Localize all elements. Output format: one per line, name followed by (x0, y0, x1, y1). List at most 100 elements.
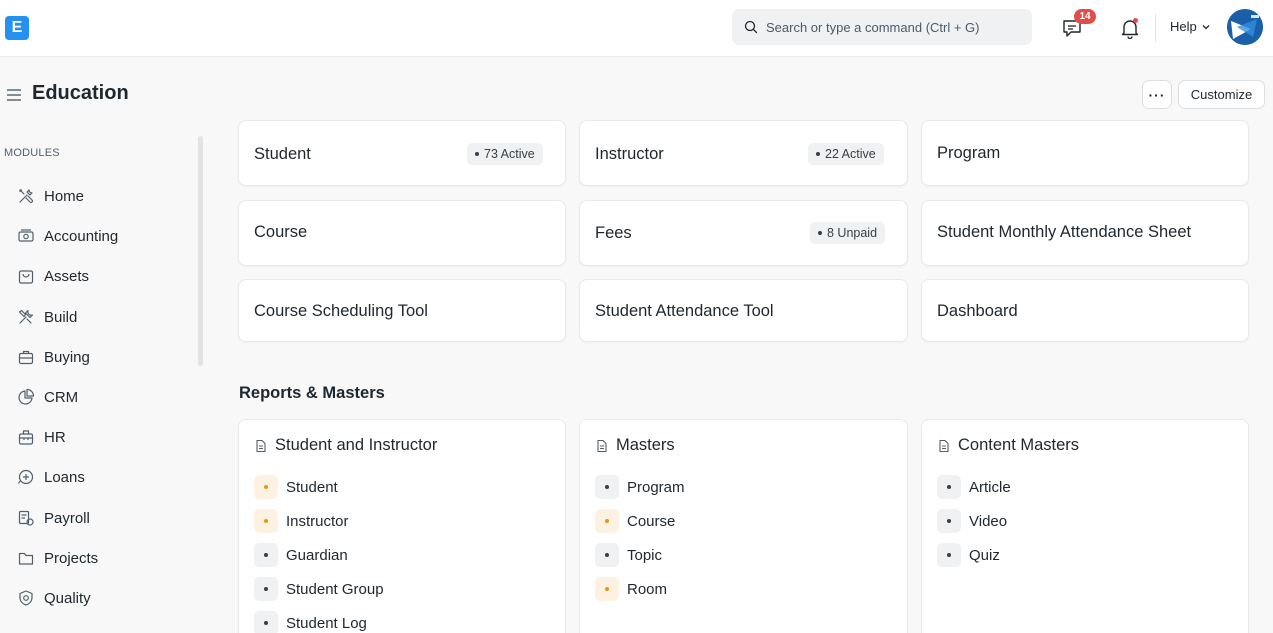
link-item-instructor[interactable]: Instructor (254, 509, 349, 533)
document-icon (597, 439, 607, 452)
shortcut-label: Student Monthly Attendance Sheet (937, 223, 1192, 241)
customize-button[interactable]: Customize (1178, 80, 1265, 109)
report-card-masters: Masters Program Course Topic Room (579, 419, 908, 633)
report-card-header: Masters (595, 436, 675, 455)
shortcut-card-course[interactable]: Course (238, 200, 566, 266)
loan-icon (17, 469, 34, 485)
search-bar[interactable]: Search or type a command (Ctrl + G) (732, 9, 1032, 45)
link-label: Student (286, 478, 338, 496)
link-item-program[interactable]: Program (595, 475, 685, 499)
status-badge: 22 Active (808, 143, 884, 165)
avatar-image-icon (1227, 9, 1263, 45)
sidebar-item-label: HR (44, 428, 66, 446)
sidebar-item-build[interactable]: Build (8, 300, 194, 334)
notification-count-badge: 14 (1074, 9, 1096, 24)
shortcut-card-student[interactable]: Student 73 Active (238, 120, 566, 186)
report-card-student-and-instructor: Student and Instructor Student Instructo… (238, 419, 566, 633)
link-item-topic[interactable]: Topic (595, 543, 662, 567)
search-placeholder: Search or type a command (Ctrl + G) (766, 19, 980, 35)
sidebar-item-home[interactable]: Home (8, 179, 194, 213)
bell-unread-dot (1133, 18, 1138, 23)
link-item-course[interactable]: Course (595, 509, 675, 533)
document-icon (939, 439, 949, 452)
shortcut-label: Student Attendance Tool (595, 302, 774, 320)
money-icon (18, 229, 34, 242)
sidebar-item-label: Payroll (44, 509, 90, 527)
link-label: Video (969, 512, 1008, 530)
sidebar-item-label: Accounting (44, 227, 119, 245)
link-label: Topic (627, 546, 663, 564)
shortcut-card-fees[interactable]: Fees 8 Unpaid (579, 200, 908, 266)
page-title: Education (32, 82, 129, 104)
status-dot (254, 543, 278, 567)
link-label: Guardian (286, 546, 348, 564)
report-card-header: Student and Instructor (254, 436, 437, 455)
shortcut-card-course-scheduling-tool[interactable]: Course Scheduling Tool (238, 279, 566, 342)
link-label: Program (627, 478, 685, 496)
user-avatar[interactable] (1227, 9, 1263, 45)
sidebar-item-label: Loans (44, 468, 85, 486)
sidebar-item-label: Assets (44, 267, 90, 285)
sidebar-item-assets[interactable]: Assets (8, 259, 194, 293)
status-dot (937, 475, 961, 499)
link-item-article[interactable]: Article (937, 475, 1011, 499)
sidebar-item-payroll[interactable]: Payroll (8, 501, 194, 535)
status-dot (595, 543, 619, 567)
link-item-video[interactable]: Video (937, 509, 1007, 533)
sidebar-item-projects[interactable]: Projects (8, 541, 194, 575)
sidebar-item-accounting[interactable]: Accounting (8, 219, 194, 253)
status-badge: 8 Unpaid (810, 222, 886, 244)
sidebar-scrollbar[interactable] (198, 136, 203, 366)
bag-icon (18, 270, 34, 284)
link-item-student[interactable]: Student (254, 475, 338, 499)
tools-icon (19, 189, 33, 203)
link-label: Room (627, 580, 668, 598)
link-label: Student Log (286, 614, 367, 632)
shortcut-card-program[interactable]: Program (921, 120, 1249, 186)
sidebar-item-hr[interactable]: HR (8, 420, 194, 454)
link-label: Student Group (286, 580, 384, 598)
link-label: Instructor (286, 512, 349, 530)
wrench-icon (18, 309, 34, 324)
sidebar-item-crm[interactable]: CRM (8, 380, 194, 414)
link-item-room[interactable]: Room (595, 577, 667, 601)
status-dot (937, 509, 961, 533)
link-label: Course (627, 512, 676, 530)
report-card-title: Masters (616, 436, 675, 454)
status-badge: 73 Active (467, 143, 543, 165)
more-actions-button[interactable]: ··· (1142, 80, 1172, 109)
sidebar-item-loans[interactable]: Loans (8, 460, 194, 494)
shortcut-label: Program (937, 144, 1001, 162)
link-label: Quiz (969, 546, 1000, 564)
status-dot (595, 577, 619, 601)
shortcut-label: Instructor (595, 145, 664, 163)
sidebar-item-quality[interactable]: Quality (8, 581, 194, 615)
payroll-icon (18, 510, 34, 526)
link-item-student-log[interactable]: Student Log (254, 611, 367, 633)
link-item-guardian[interactable]: Guardian (254, 543, 348, 567)
sidebar-item-label: Quality (44, 589, 91, 607)
chevron-down-icon (1202, 24, 1210, 29)
link-item-quiz[interactable]: Quiz (937, 543, 1000, 567)
briefcase-icon (18, 350, 34, 365)
link-label: Article (969, 478, 1011, 496)
search-icon (744, 20, 758, 34)
shortcut-card-dashboard[interactable]: Dashboard (921, 279, 1249, 342)
shortcut-label: Course Scheduling Tool (254, 302, 428, 320)
shortcut-label: Student (254, 145, 311, 163)
link-item-student-group[interactable]: Student Group (254, 577, 384, 601)
navbar: E Search or type a command (Ctrl + G) 14… (0, 0, 1273, 57)
sidebar-item-label: Home (44, 187, 85, 205)
shortcut-card-instructor[interactable]: Instructor 22 Active (579, 120, 908, 186)
shortcut-label: Course (254, 223, 308, 241)
toolbox-icon (18, 430, 34, 445)
shortcut-card-student-monthly-attendance-sheet[interactable]: Student Monthly Attendance Sheet (921, 200, 1249, 266)
status-dot (254, 611, 278, 633)
help-dropdown[interactable]: Help (1170, 19, 1211, 34)
shortcut-card-student-attendance-tool[interactable]: Student Attendance Tool (579, 279, 908, 342)
sidebar-item-buying[interactable]: Buying (8, 340, 194, 374)
section-title: Reports & Masters (239, 384, 385, 402)
shortcut-label: Dashboard (937, 302, 1018, 320)
app-logo[interactable]: E (5, 16, 29, 40)
sidebar-toggle-icon[interactable] (6, 88, 22, 102)
